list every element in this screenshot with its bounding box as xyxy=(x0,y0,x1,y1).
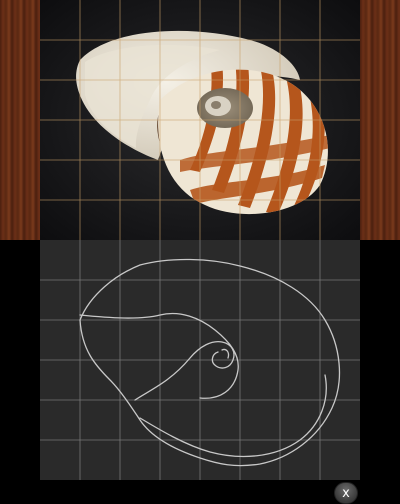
wood-frame-right xyxy=(360,0,400,240)
top-screen xyxy=(0,0,400,240)
close-button[interactable]: x xyxy=(334,482,358,504)
sketch-layer xyxy=(40,240,360,480)
drawing-canvas[interactable] xyxy=(40,240,360,480)
sketch-strokes xyxy=(79,258,341,467)
canvas-grid xyxy=(40,240,360,480)
bottom-screen: x xyxy=(0,240,400,504)
wood-frame-left xyxy=(0,0,40,240)
reference-photo xyxy=(40,0,360,240)
nautilus-shell-image xyxy=(40,0,360,240)
close-button-label: x xyxy=(342,486,350,501)
